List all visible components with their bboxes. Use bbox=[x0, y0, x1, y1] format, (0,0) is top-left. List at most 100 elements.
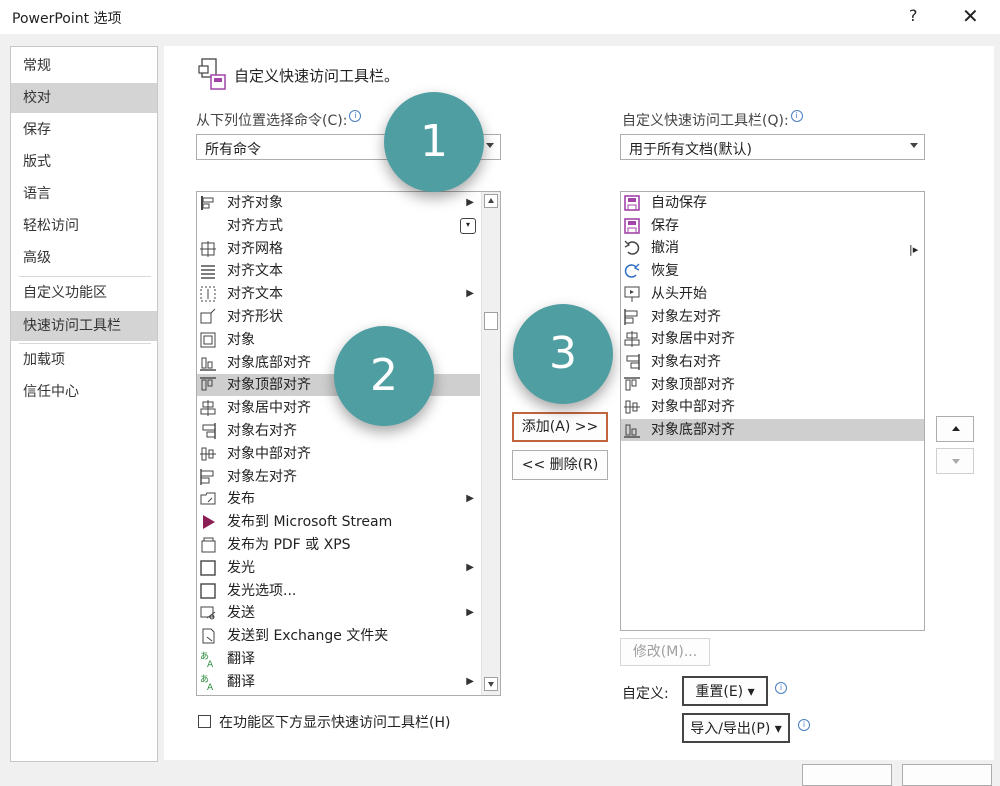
command-label: 对齐形状 bbox=[227, 309, 283, 325]
command-row[interactable]: 对齐网格 bbox=[197, 238, 480, 260]
exchange-icon bbox=[199, 627, 217, 645]
scroll-up-button[interactable] bbox=[484, 194, 498, 208]
translate-icon: あA bbox=[199, 673, 217, 693]
toolbar-item-row[interactable]: 对象顶部对齐 bbox=[621, 374, 924, 396]
import-export-button[interactable]: 导入/导出(P) ▾ bbox=[682, 713, 790, 743]
toolbar-item-row[interactable]: 对象左对齐 bbox=[621, 306, 924, 328]
add-button[interactable]: 添加(A) >> bbox=[512, 412, 608, 442]
scroll-down-button[interactable] bbox=[484, 677, 498, 691]
modify-button[interactable]: 修改(M)... bbox=[620, 638, 710, 666]
command-row[interactable]: 对象 bbox=[197, 329, 480, 351]
command-row[interactable]: 对齐方式 ▾ bbox=[197, 215, 480, 237]
toolbar-item-row[interactable]: 对象右对齐 bbox=[621, 351, 924, 373]
submenu-arrow-icon: ▶ bbox=[466, 607, 474, 619]
content-panel: 自定义快速访问工具栏。 从下列位置选择命令(C): i 所有命令 对齐对象 ▶ 对齐方… bbox=[164, 46, 994, 760]
nav-item-layout[interactable]: 版式 bbox=[11, 147, 157, 177]
shape-icon bbox=[199, 308, 217, 326]
align-middle-icon bbox=[199, 445, 217, 463]
command-label: 对象居中对齐 bbox=[227, 400, 311, 417]
command-row[interactable]: 发送到 Exchange 文件夹 bbox=[197, 625, 480, 647]
nav-item-addins[interactable]: 加载项 bbox=[11, 345, 157, 375]
command-row[interactable]: あ A 翻译 ▶ bbox=[197, 671, 480, 693]
toolbar-item-label: 恢复 bbox=[651, 263, 679, 280]
toolbar-item-row[interactable]: 自动保存 bbox=[621, 192, 924, 214]
command-label: 发光 bbox=[227, 559, 255, 576]
info-icon: i bbox=[775, 682, 787, 694]
options-nav: 常规 校对 保存 版式 语言 轻松访问 高级 自定义功能区 快速访问工具栏 加载… bbox=[10, 46, 158, 762]
svg-text:A: A bbox=[207, 683, 214, 691]
command-label: 对象中部对齐 bbox=[227, 445, 311, 462]
toolbar-item-label: 对象右对齐 bbox=[651, 353, 721, 370]
choose-commands-label: 从下列位置选择命令(C): i bbox=[196, 110, 362, 130]
command-row[interactable]: 发送 ▶ bbox=[197, 602, 480, 624]
nav-item-quick-access-toolbar[interactable]: 快速访问工具栏 bbox=[11, 311, 157, 341]
command-row[interactable]: 对齐形状 bbox=[197, 306, 480, 328]
command-row[interactable]: 对象左对齐 bbox=[197, 466, 480, 488]
nav-divider bbox=[19, 343, 151, 344]
nav-item-general[interactable]: 常规 bbox=[11, 51, 157, 81]
cancel-button[interactable] bbox=[902, 764, 992, 786]
align-bottom-icon bbox=[623, 421, 641, 439]
toolbar-item-row[interactable]: 对象底部对齐 bbox=[621, 419, 924, 441]
command-row[interactable]: 发布到 Microsoft Stream bbox=[197, 511, 480, 533]
translate-icon: あA bbox=[199, 650, 217, 670]
command-label: 发光选项... bbox=[227, 582, 297, 599]
quick-access-toolbar-icon bbox=[198, 56, 228, 90]
move-down-button[interactable] bbox=[936, 448, 974, 474]
toolbar-item-row[interactable]: 对象居中对齐 bbox=[621, 328, 924, 350]
command-label: 对象底部对齐 bbox=[227, 354, 311, 371]
command-label: 对象左对齐 bbox=[227, 468, 297, 485]
glow-icon bbox=[199, 559, 217, 577]
command-row[interactable]: 发布 ▶ bbox=[197, 488, 480, 510]
command-row[interactable]: 对象居中对齐 bbox=[197, 397, 480, 419]
nav-item-proofing[interactable]: 校对 bbox=[11, 83, 157, 113]
choose-commands-value: 所有命令 bbox=[205, 142, 261, 158]
help-button[interactable]: ? bbox=[909, 6, 918, 25]
toolbar-scope-dropdown[interactable]: 用于所有文档(默认) bbox=[620, 134, 925, 160]
toolbar-item-row[interactable]: 对象中部对齐 bbox=[621, 396, 924, 418]
align-center-icon bbox=[623, 330, 641, 348]
chevron-down-icon bbox=[486, 143, 494, 148]
nav-item-trust-center[interactable]: 信任中心 bbox=[11, 377, 157, 407]
command-row[interactable]: 对象右对齐 bbox=[197, 420, 480, 442]
toolbar-item-label: 对象居中对齐 bbox=[651, 331, 735, 348]
command-row[interactable]: 对齐文本 bbox=[197, 260, 480, 282]
command-row[interactable]: 发光选项... bbox=[197, 580, 480, 602]
page-title: 自定义快速访问工具栏。 bbox=[234, 67, 400, 85]
send-icon bbox=[199, 604, 217, 622]
command-row[interactable]: 对齐文本 ▶ bbox=[197, 283, 480, 305]
chevron-down-icon bbox=[910, 143, 918, 148]
ok-button[interactable] bbox=[802, 764, 892, 786]
remove-button[interactable]: << 删除(R) bbox=[512, 450, 608, 480]
show-below-ribbon-checkbox[interactable] bbox=[198, 715, 211, 728]
command-row[interactable]: あ A 翻译 bbox=[197, 648, 480, 670]
toolbar-item-label: 对象底部对齐 bbox=[651, 422, 735, 438]
move-up-button[interactable] bbox=[936, 416, 974, 442]
command-row[interactable]: 发光 ▶ bbox=[197, 557, 480, 579]
toolbar-item-row[interactable]: 保存 bbox=[621, 215, 924, 237]
toolbar-item-row[interactable]: 从头开始 bbox=[621, 283, 924, 305]
dropdown-indicator-icon: ▾ bbox=[460, 217, 476, 234]
nav-item-accessibility[interactable]: 轻松访问 bbox=[11, 211, 157, 241]
commands-scrollbar[interactable] bbox=[481, 192, 500, 695]
submenu-arrow-icon: ▶ bbox=[466, 561, 474, 573]
toolbar-commands-list[interactable]: 自动保存 保存 撤消 |▸ 恢复从头开始 对象左对齐对象居中对齐 对象右对齐对象顶部对齐对象… bbox=[620, 191, 925, 631]
reset-button[interactable]: 重置(E) ▾ bbox=[682, 676, 768, 706]
nav-item-language[interactable]: 语言 bbox=[11, 179, 157, 209]
command-row[interactable]: 对齐对象 ▶ bbox=[197, 192, 480, 214]
commands-list[interactable]: 对齐对象 ▶ 对齐方式 ▾ 对齐网格 对齐文本 对齐文本 ▶ 对齐形状 对象 对象底部对齐 对象顶部对… bbox=[196, 191, 501, 696]
toolbar-item-row[interactable]: 撤消 |▸ bbox=[621, 237, 924, 259]
toolbar-scope-value: 用于所有文档(默认) bbox=[629, 142, 752, 158]
stream-icon bbox=[199, 513, 217, 531]
align-bottom-icon bbox=[199, 354, 217, 372]
close-button[interactable]: ✕ bbox=[962, 4, 979, 28]
nav-item-customize-ribbon[interactable]: 自定义功能区 bbox=[11, 278, 157, 308]
align-right-icon bbox=[199, 422, 217, 440]
command-row[interactable]: 发布为 PDF 或 XPS bbox=[197, 534, 480, 556]
scroll-thumb[interactable] bbox=[484, 312, 498, 330]
toolbar-item-label: 对象中部对齐 bbox=[651, 399, 735, 416]
nav-item-advanced[interactable]: 高级 bbox=[11, 243, 157, 273]
toolbar-item-row[interactable]: 恢复 bbox=[621, 260, 924, 282]
nav-item-save[interactable]: 保存 bbox=[11, 115, 157, 145]
command-row[interactable]: 对象中部对齐 bbox=[197, 443, 480, 465]
